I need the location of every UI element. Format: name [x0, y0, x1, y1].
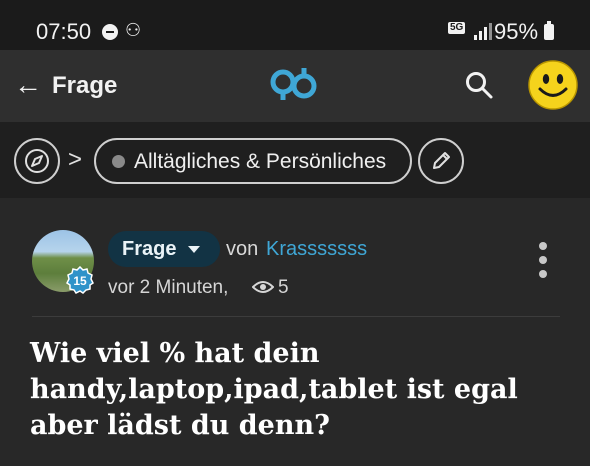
question-title: Wie viel % hat dein handy,laptop,ipad,ta… [30, 338, 518, 441]
level-number: 15 [73, 274, 87, 288]
signal-icon [472, 22, 492, 40]
topic-label: Alltägliches & Persönliches [134, 150, 387, 173]
chevron-down-icon [188, 246, 200, 253]
battery-icon [544, 21, 554, 40]
pencil-icon [433, 152, 450, 169]
gutefrage-logo[interactable] [268, 64, 318, 104]
page-title: Frage [52, 72, 118, 99]
app-bar: ← Frage [0, 50, 590, 122]
app-notification-icon: ⚇ [125, 20, 142, 40]
battery-percent: 95% [494, 19, 539, 44]
topic-chip[interactable]: Alltägliches & Persönliches [94, 138, 412, 184]
breadcrumb-separator: > [68, 146, 83, 173]
status-time: 07:50 [36, 19, 92, 44]
post-type-dropdown[interactable]: Frage [108, 231, 220, 267]
status-bar: 07:50 ⚇ 5G 95% [0, 0, 590, 50]
network-type: 5G [448, 22, 466, 34]
compass-icon [25, 149, 49, 173]
topic-dot-icon [112, 155, 125, 168]
compass-button[interactable] [14, 138, 60, 184]
more-options-icon[interactable] [538, 242, 548, 278]
author-prefix: von [226, 238, 259, 260]
author-link[interactable]: Krasssssss [266, 238, 367, 261]
arrow-left-icon[interactable]: ← [14, 70, 42, 100]
view-count: 5 [278, 277, 289, 298]
do-not-disturb-icon [102, 24, 118, 40]
divider [32, 316, 560, 317]
post-type-label: Frage [122, 238, 177, 260]
post-time: vor 2 Minuten, [108, 277, 229, 298]
edit-topic-button[interactable] [418, 138, 464, 184]
smiley-avatar[interactable] [528, 60, 578, 110]
eye-icon [252, 281, 274, 293]
search-icon[interactable] [464, 70, 494, 100]
level-badge: 15 [66, 266, 94, 294]
